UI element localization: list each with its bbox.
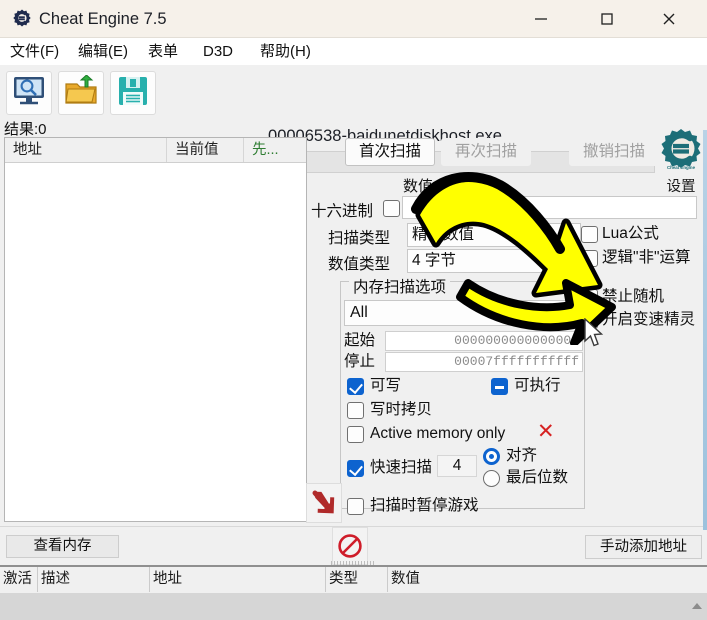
- copy-on-write-label: 写时拷贝: [370, 399, 432, 420]
- fast-scan-alignment-input[interactable]: 4: [437, 455, 477, 477]
- results-column-value[interactable]: 当前值: [167, 138, 244, 162]
- scan-value-input[interactable]: [402, 196, 697, 219]
- scan-results-list[interactable]: 地址 当前值 先...: [4, 137, 307, 522]
- save-file-button[interactable]: [110, 71, 156, 115]
- last-digits-label: 最后位数: [506, 467, 568, 488]
- menu-bar: 文件(F) 编辑(E) 表单 D3D 帮助(H): [0, 38, 707, 65]
- title-bar: Cheat Engine 7.5: [0, 0, 707, 38]
- cheat-engine-window: Cheat Engine 7.5 文件(F) 编辑(E) 表单 D3D 帮助(H…: [0, 0, 707, 620]
- lua-formula-label: Lua公式: [602, 223, 659, 244]
- table-column-description[interactable]: 描述: [38, 567, 150, 592]
- first-scan-button[interactable]: 首次扫描: [345, 138, 435, 166]
- start-address-label: 起始: [344, 331, 375, 351]
- alignment-label: 对齐: [506, 445, 537, 466]
- checkbox-box: [491, 378, 508, 395]
- minimize-icon[interactable]: [517, 0, 565, 38]
- scan-results-header: 地址 当前值 先...: [5, 138, 306, 163]
- pause-game-label: 扫描时暂停游戏: [370, 495, 479, 516]
- checkbox-box: [347, 498, 364, 515]
- menu-item-help[interactable]: 帮助(H): [256, 40, 315, 63]
- no-entry-stop-icon[interactable]: [332, 527, 368, 565]
- chevron-down-icon: [567, 232, 575, 237]
- checkbox-box: [347, 378, 364, 395]
- folder-open-icon: [64, 75, 98, 112]
- maximize-icon[interactable]: [583, 0, 631, 38]
- table-column-value[interactable]: 数值: [388, 567, 707, 592]
- view-memory-button[interactable]: 查看内存: [6, 535, 119, 558]
- red-arrow-down-right-icon[interactable]: [306, 483, 342, 523]
- monitor-magnifier-icon: [12, 75, 46, 112]
- value-type-label: 数值类型: [328, 252, 390, 274]
- hex-label: 十六进制: [311, 199, 373, 221]
- window-title: Cheat Engine 7.5: [39, 8, 167, 30]
- hex-checkbox[interactable]: [383, 200, 400, 217]
- stop-address-label: 停止: [344, 352, 375, 372]
- floppy-disk-save-icon: [117, 75, 149, 112]
- results-column-address[interactable]: 地址: [5, 138, 167, 162]
- checkbox-box: [347, 426, 364, 443]
- scan-settings-panel: 首次扫描 再次扫描 撤销扫描 数值: 十六进制 扫描类型 精确数值 数值类型 4…: [311, 135, 703, 522]
- writable-label: 可写: [370, 375, 401, 396]
- memory-region-value: All: [350, 304, 368, 321]
- no-random-label: 禁止随机: [602, 286, 664, 307]
- cheat-table: 激活 描述 地址 类型 数值: [0, 565, 707, 620]
- menu-item-edit[interactable]: 编辑(E): [74, 40, 132, 63]
- undo-scan-button[interactable]: 撤销扫描: [569, 138, 659, 166]
- cheat-engine-logo-icon: [11, 8, 33, 30]
- radio-box: [483, 448, 500, 465]
- window-right-edge: [703, 130, 707, 530]
- value-type-select[interactable]: 4 字节: [407, 249, 581, 273]
- checkbox-box: [581, 250, 598, 267]
- bottom-toolbar: 查看内存 手动添加地址: [0, 526, 707, 564]
- scan-type-select[interactable]: 精确数值: [407, 223, 581, 247]
- value-type-value: 4 字节: [412, 252, 456, 269]
- memory-region-select[interactable]: All: [344, 300, 583, 326]
- scroll-up-arrow-icon[interactable]: [689, 597, 705, 615]
- active-memory-only-label: Active memory only: [370, 423, 505, 444]
- value-label: 数值:: [403, 175, 437, 196]
- menu-item-file[interactable]: 文件(F): [6, 40, 63, 63]
- menu-item-d3d[interactable]: D3D: [199, 40, 237, 63]
- checkbox-box: [347, 460, 364, 477]
- red-x-icon[interactable]: ✕: [537, 421, 555, 442]
- radio-box: [483, 470, 500, 487]
- enable-speedhack-label: 开启变速精灵: [602, 309, 695, 330]
- add-address-manually-button[interactable]: 手动添加地址: [585, 535, 702, 559]
- fast-scan-label: 快速扫描: [370, 457, 432, 478]
- results-count-label: 结果:0: [4, 118, 47, 139]
- checkbox-box: [581, 226, 598, 243]
- table-column-address[interactable]: 地址: [150, 567, 326, 592]
- checkbox-box: [347, 402, 364, 419]
- open-file-button[interactable]: [58, 71, 104, 115]
- stop-address-input[interactable]: 00007fffffffffff: [385, 352, 583, 372]
- executable-label: 可执行: [514, 375, 561, 396]
- chevron-down-icon: [569, 310, 577, 315]
- logical-not-label: 逻辑"非"运算: [602, 247, 691, 268]
- next-scan-button[interactable]: 再次扫描: [441, 138, 531, 166]
- main-toolbar: 00006538-baidunetdiskhost.exe Cheat Engi…: [0, 65, 707, 132]
- scan-type-label: 扫描类型: [328, 226, 390, 248]
- table-column-active[interactable]: 激活: [0, 567, 38, 592]
- close-icon[interactable]: [645, 0, 693, 38]
- scan-type-value: 精确数值: [412, 226, 474, 243]
- menu-item-table[interactable]: 表单: [144, 40, 182, 63]
- table-column-type[interactable]: 类型: [326, 567, 388, 592]
- memory-scan-options-title: 内存扫描选项: [349, 275, 450, 297]
- cheat-table-header: 激活 描述 地址 类型 数值: [0, 567, 707, 593]
- open-process-button[interactable]: [6, 71, 52, 115]
- start-address-input[interactable]: 0000000000000000: [385, 331, 583, 351]
- results-column-previous[interactable]: 先...: [244, 138, 306, 162]
